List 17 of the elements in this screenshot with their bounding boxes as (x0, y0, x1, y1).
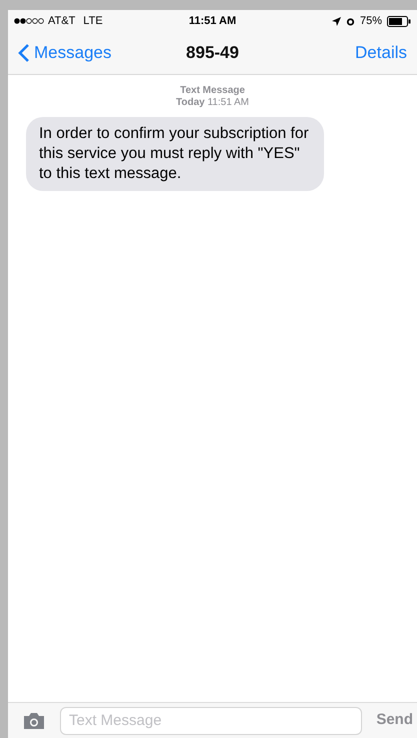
thread-header: Text Message (180, 85, 245, 97)
network-label: LTE (83, 14, 103, 29)
back-button[interactable]: Messages (18, 40, 112, 66)
details-button[interactable]: Details (355, 40, 407, 66)
carrier-label: AT&T (48, 14, 76, 29)
timestamp: Today 11:51 AM (176, 97, 249, 109)
camera-icon[interactable] (22, 712, 46, 730)
chevron-left-icon (18, 43, 30, 63)
signal-icon (14, 18, 44, 24)
message-input[interactable]: Text Message (60, 706, 362, 734)
battery-icon (387, 16, 412, 26)
clock: 11:51 AM (188, 14, 236, 29)
message-bubble: In order to confirm your subscription for this service you must reply with "YES" to this text message. (26, 117, 324, 191)
send-button[interactable]: Send (376, 709, 413, 732)
battery-percent: 75% (360, 14, 382, 29)
location-icon (332, 16, 341, 26)
conversation-title: 895-49 (186, 42, 239, 64)
